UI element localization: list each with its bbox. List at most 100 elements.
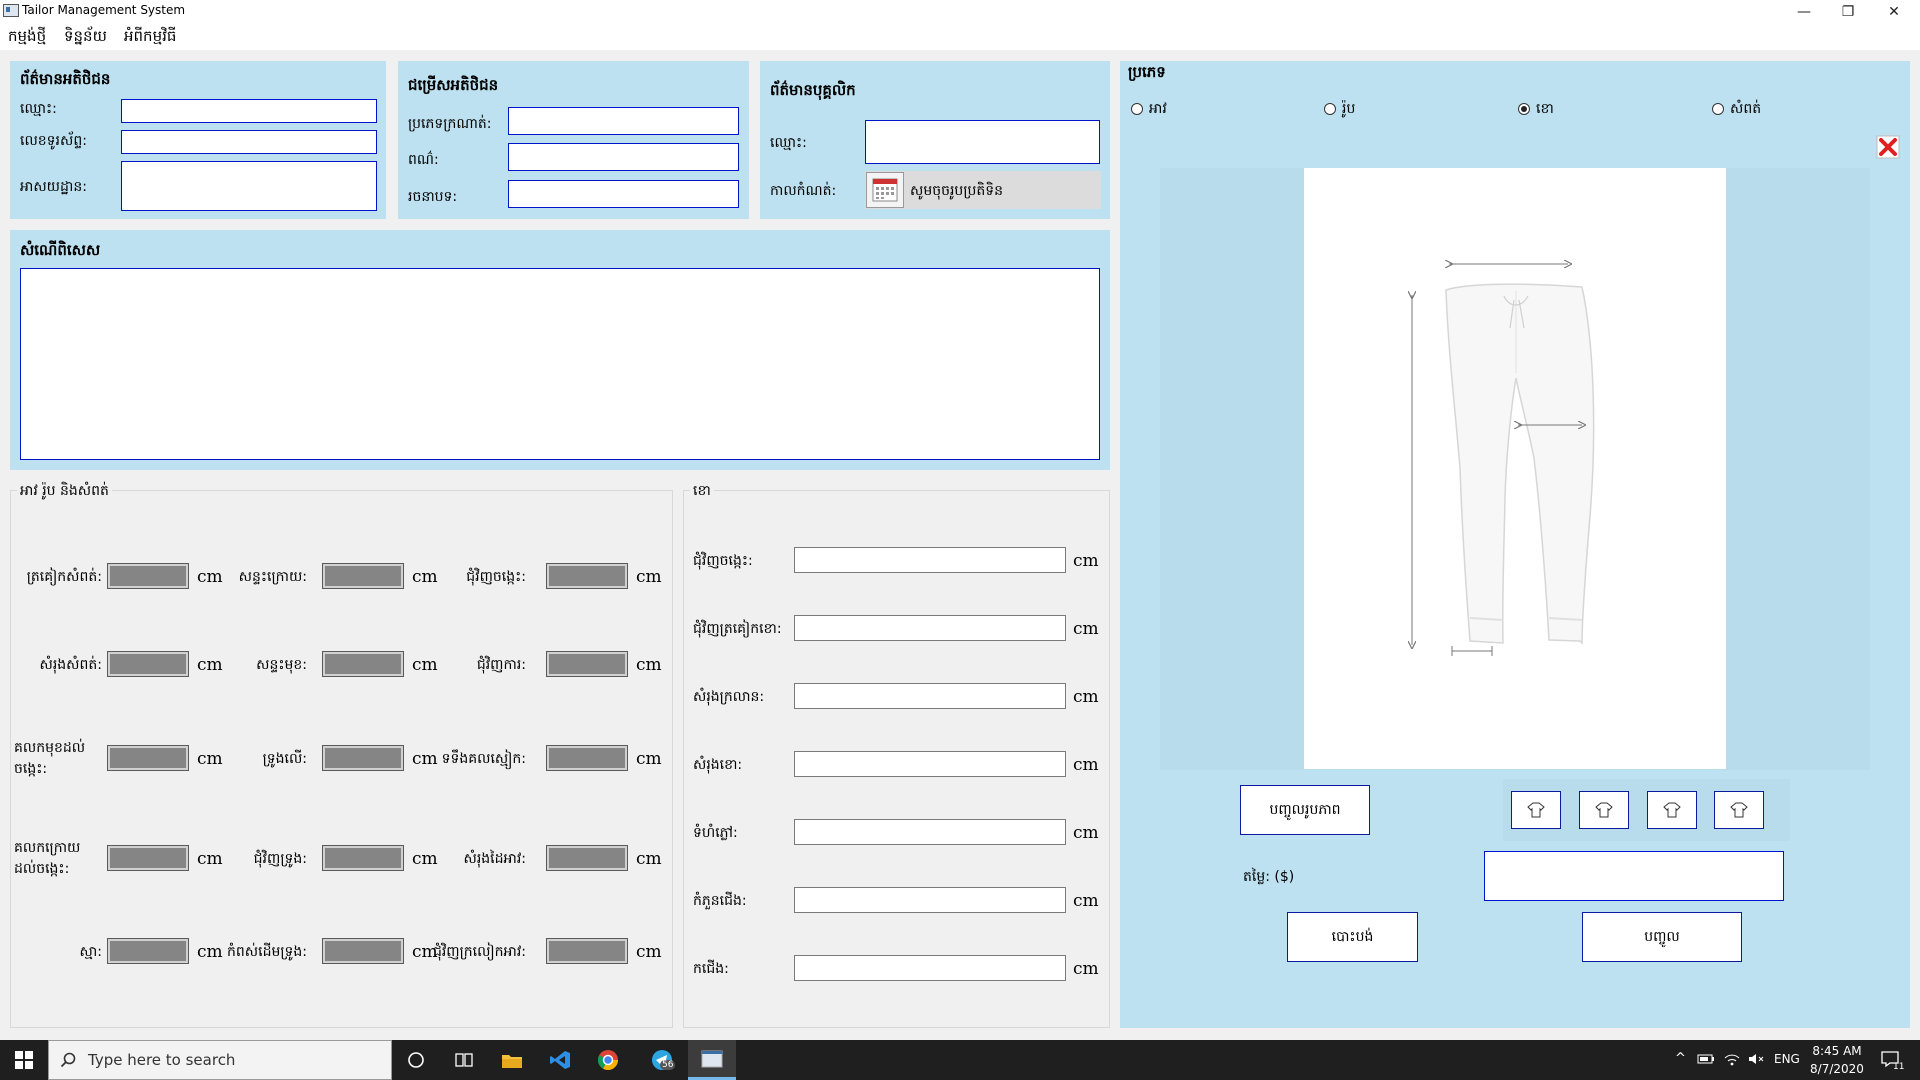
add-photo-button[interactable]: បញ្ចូលរូបភាព: [1240, 785, 1370, 835]
garment-radio-3[interactable]: [1712, 103, 1724, 115]
chevron-up-icon[interactable]: ^: [1675, 1051, 1686, 1066]
unit-label: cm: [636, 567, 662, 587]
clock-time[interactable]: 8:45 AM: [1804, 1044, 1870, 1058]
measure-input-r2c2[interactable]: [546, 745, 628, 771]
measure-label-r0c1: សន្ទះក្រោយ:: [238, 569, 307, 585]
maximize-button[interactable]: ❐: [1826, 0, 1870, 24]
style-input[interactable]: [508, 180, 739, 208]
garment-radio-label-2[interactable]: ខោ: [1536, 99, 1554, 120]
garment-radio-label-3[interactable]: សំពត់: [1730, 99, 1761, 120]
garment-type-title: ប្រភេទ: [1128, 63, 1166, 81]
thumbnail-button-3[interactable]: [1714, 791, 1764, 829]
measure-input-r1c1[interactable]: [322, 651, 404, 677]
customer-name-label: ឈ្មោះ:: [20, 101, 57, 117]
special-request-title: សំណើពិសេស: [20, 241, 101, 259]
calendar-icon[interactable]: [866, 172, 904, 208]
garment-radio-2[interactable]: [1518, 103, 1530, 115]
search-icon: [60, 1052, 76, 1068]
price-input[interactable]: [1484, 851, 1784, 901]
window-title: Tailor Management System: [22, 3, 186, 17]
wifi-icon[interactable]: [1723, 1052, 1741, 1070]
thumbnail-button-1[interactable]: [1579, 791, 1629, 829]
volume-icon[interactable]: [1747, 1052, 1765, 1070]
pants-input-6[interactable]: [794, 955, 1066, 981]
measure-input-r4c1[interactable]: [322, 938, 404, 964]
file-explorer-icon[interactable]: [488, 1040, 536, 1080]
garment-radio-label-0[interactable]: អាវ: [1149, 99, 1167, 120]
cortana-icon[interactable]: [392, 1040, 440, 1080]
task-view-icon[interactable]: [440, 1040, 488, 1080]
pants-input-2[interactable]: [794, 683, 1066, 709]
battery-icon[interactable]: [1697, 1052, 1715, 1070]
thumbnail-button-2[interactable]: [1647, 791, 1697, 829]
garment-radio-0[interactable]: [1131, 103, 1143, 115]
measure-input-r3c0[interactable]: [107, 845, 189, 871]
price-label: តម្លៃ: ($): [1243, 869, 1295, 885]
pants-input-3[interactable]: [794, 751, 1066, 777]
unit-label: cm: [1073, 687, 1099, 707]
thumbnail-button-0[interactable]: [1511, 791, 1561, 829]
style-label: រចនាបទ:: [408, 189, 458, 205]
unit-label: cm: [1073, 551, 1099, 571]
measure-input-r4c2[interactable]: [546, 938, 628, 964]
measure-label-r3c0: គលកក្រោយដល់ចង្កេះ:: [14, 840, 81, 877]
cancel-button[interactable]: បោះបង់: [1287, 912, 1418, 962]
customer-name-input[interactable]: [121, 99, 377, 123]
garment-radio-1[interactable]: [1324, 103, 1336, 115]
unit-label: cm: [636, 942, 662, 962]
customer-phone-label: លេខទូរស័ព្ទ:: [20, 133, 87, 149]
measure-input-r0c2[interactable]: [546, 563, 628, 589]
customer-choice-title: ជម្រើសអតិថិជន: [408, 76, 499, 94]
vscode-icon[interactable]: [536, 1040, 584, 1080]
windows-start-icon[interactable]: [0, 1040, 48, 1080]
measure-label-r3c1: ជុំវិញទ្រូង:: [253, 851, 307, 867]
clock-date[interactable]: 8/7/2020: [1804, 1062, 1870, 1076]
measure-input-r2c0[interactable]: [107, 745, 189, 771]
pants-label-3: សំរុងខោ:: [693, 757, 743, 773]
menu-data[interactable]: ទិន្នន័យ: [64, 27, 107, 49]
measure-input-r1c2[interactable]: [546, 651, 628, 677]
measure-label-r3c2: សំរុងដៃអាវ:: [463, 851, 526, 867]
pants-input-0[interactable]: [794, 547, 1066, 573]
measure-input-r3c1[interactable]: [322, 845, 404, 871]
measure-input-r1c0[interactable]: [107, 651, 189, 677]
measure-input-r0c0[interactable]: [107, 563, 189, 589]
garment-radio-label-1[interactable]: រ៉ូប: [1342, 99, 1355, 120]
customer-address-input[interactable]: [121, 161, 377, 211]
staff-name-label: ឈ្មោះ:: [770, 135, 807, 151]
color-input[interactable]: [508, 143, 739, 171]
unit-label: cm: [1073, 619, 1099, 639]
search-placeholder: Type here to search: [88, 1051, 236, 1069]
unit-label: cm: [1073, 755, 1099, 775]
pants-input-5[interactable]: [794, 887, 1066, 913]
chrome-icon[interactable]: [584, 1040, 632, 1080]
close-icon[interactable]: [1876, 135, 1900, 159]
close-window-button[interactable]: ✕: [1872, 0, 1916, 24]
fabric-type-input[interactable]: [508, 107, 739, 135]
menu-bar: [0, 24, 1920, 50]
language-indicator[interactable]: ENG: [1774, 1052, 1800, 1066]
measure-label-r1c1: សន្ទះមុខ:: [256, 657, 307, 673]
unit-label: cm: [636, 655, 662, 675]
pants-label-0: ជុំវិញចង្កេះ:: [693, 553, 753, 569]
staff-name-input[interactable]: [865, 120, 1100, 164]
measure-input-r0c1[interactable]: [322, 563, 404, 589]
shirt-icon: [1730, 802, 1748, 818]
pants-label-5: កំភួនជើង:: [693, 893, 747, 909]
pants-input-1[interactable]: [794, 615, 1066, 641]
telegram-badge: 56: [660, 1060, 676, 1070]
pants-label-1: ជុំវិញត្រគៀកខោ:: [693, 621, 782, 637]
measure-input-r2c1[interactable]: [322, 745, 404, 771]
pants-input-4[interactable]: [794, 819, 1066, 845]
minimize-button[interactable]: —: [1782, 0, 1826, 24]
deadline-label: កាលកំណត់:: [770, 183, 837, 199]
measure-input-r4c0[interactable]: [107, 938, 189, 964]
submit-button[interactable]: បញ្ចូល: [1582, 912, 1742, 962]
menu-about[interactable]: អំពីកម្មវិធី: [124, 27, 176, 49]
special-request-textarea[interactable]: [20, 268, 1100, 460]
customer-phone-input[interactable]: [121, 130, 377, 154]
tailor-app-taskbar-icon[interactable]: [688, 1040, 736, 1080]
menu-new-order[interactable]: កម្មង់ថ្មី: [8, 27, 46, 49]
measure-input-r3c2[interactable]: [546, 845, 628, 871]
title-bar: [0, 0, 1920, 24]
